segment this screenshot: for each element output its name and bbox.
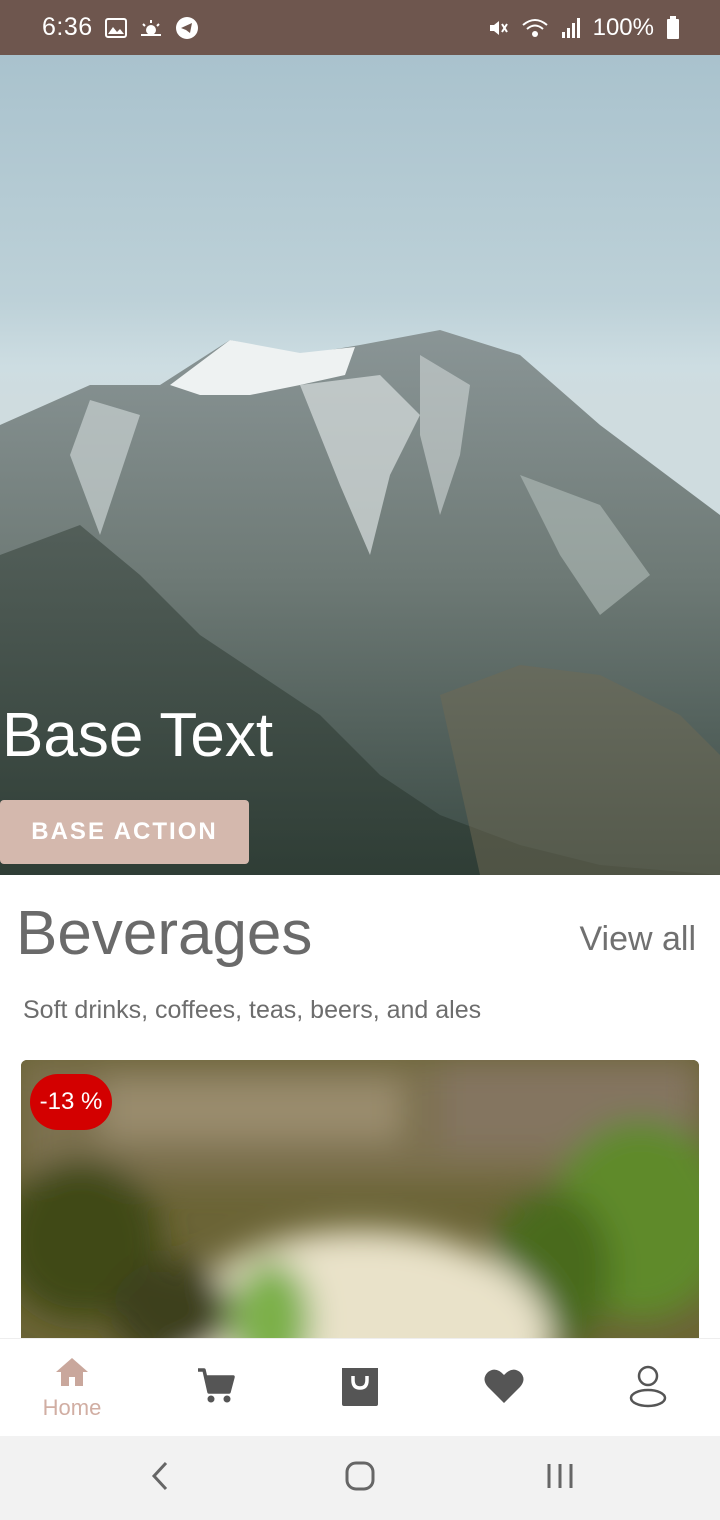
wifi-icon <box>521 17 549 39</box>
product-card[interactable]: -13 % <box>21 1060 699 1360</box>
status-bar: 6:36 100% <box>0 0 720 55</box>
section-title: Beverages <box>16 899 313 968</box>
weather-icon <box>139 18 163 38</box>
hero-banner: Base Text BASE ACTION <box>0 55 720 875</box>
profile-icon <box>628 1364 668 1413</box>
hero-title: Base Text <box>2 701 274 770</box>
battery-percent: 100% <box>592 13 654 41</box>
bottom-nav: Home <box>0 1338 720 1437</box>
view-all-link[interactable]: View all <box>579 920 696 959</box>
nav-item-cart[interactable] <box>144 1339 288 1437</box>
section-subtitle: Soft drinks, coffees, teas, beers, and a… <box>23 996 482 1024</box>
heart-icon <box>483 1367 525 1410</box>
back-button[interactable] <box>120 1448 200 1508</box>
recents-button[interactable] <box>520 1448 600 1508</box>
nav-item-bag[interactable] <box>288 1339 432 1437</box>
discount-badge: -13 % <box>30 1074 112 1130</box>
telegram-icon <box>175 16 199 40</box>
shopping-bag-icon <box>338 1364 382 1413</box>
status-left: 6:36 <box>42 13 199 42</box>
recents-icon <box>546 1462 574 1495</box>
nav-item-favorites[interactable] <box>432 1339 576 1437</box>
home-button-icon <box>344 1460 376 1497</box>
home-icon <box>54 1356 90 1393</box>
status-time: 6:36 <box>42 13 93 41</box>
home-button[interactable] <box>320 1448 400 1508</box>
nav-label-home: Home <box>42 1394 102 1420</box>
battery-icon <box>666 15 680 40</box>
base-action-button[interactable]: BASE ACTION <box>0 800 249 864</box>
mute-icon <box>487 17 509 39</box>
status-right: 100% <box>487 14 680 42</box>
nav-item-home[interactable]: Home <box>0 1339 144 1437</box>
signal-icon <box>561 17 581 39</box>
system-nav-bar <box>0 1436 720 1520</box>
nav-item-profile[interactable] <box>576 1339 720 1437</box>
back-icon <box>150 1461 170 1496</box>
cart-icon <box>196 1367 236 1410</box>
product-image <box>21 1060 699 1360</box>
gallery-icon <box>104 17 127 38</box>
